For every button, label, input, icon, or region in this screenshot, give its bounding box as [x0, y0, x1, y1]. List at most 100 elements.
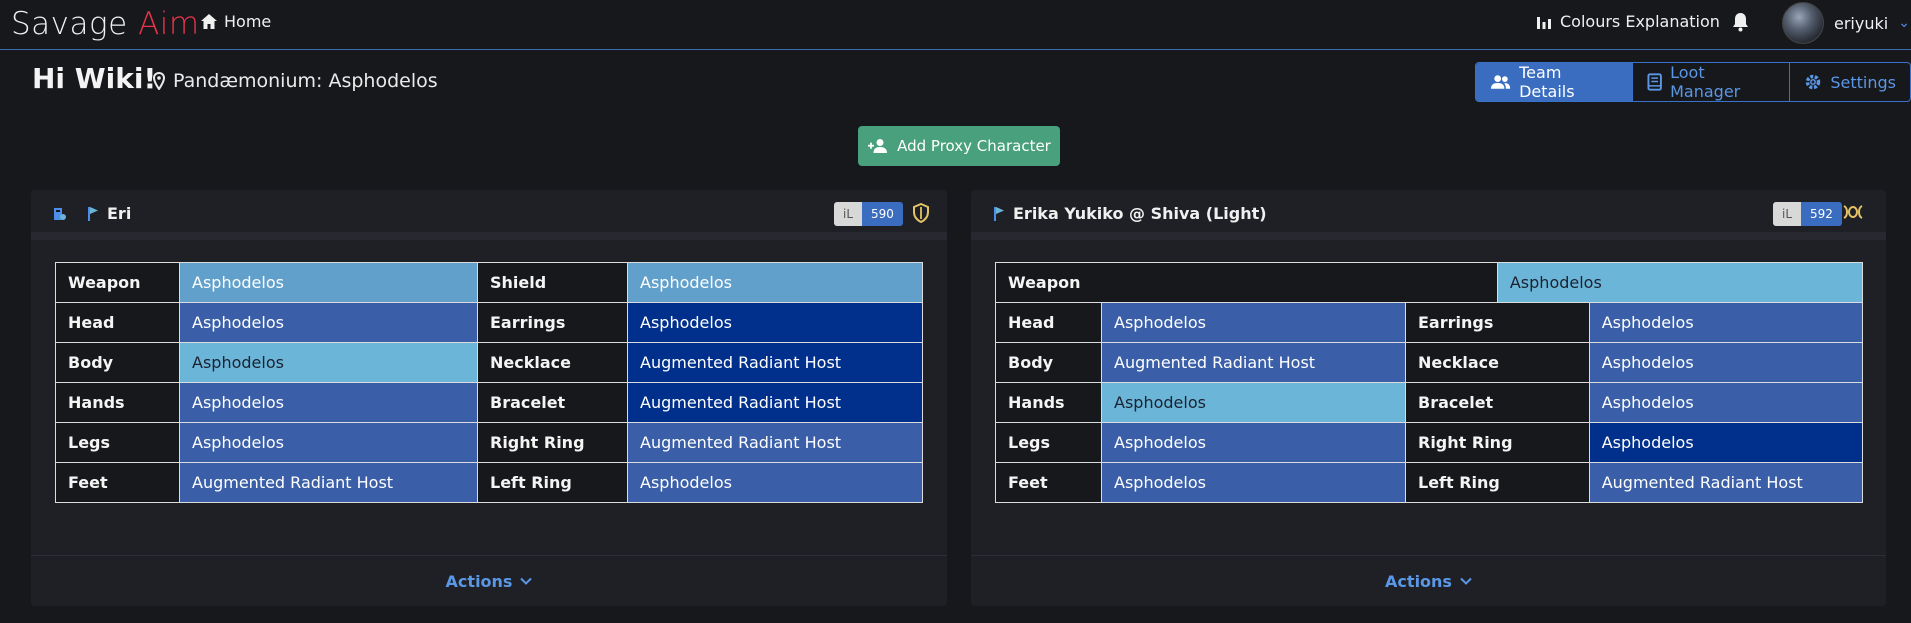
slot-label: Necklace	[477, 342, 628, 383]
gear-value[interactable]: Asphodelos	[179, 422, 478, 463]
slot-label: Head	[995, 302, 1102, 343]
slot-label: Shield	[477, 262, 628, 303]
table-row: Head Asphodelos Earrings Asphodelos	[995, 302, 1864, 343]
tab-settings-label: Settings	[1830, 72, 1896, 92]
slot-label: Earrings	[1405, 302, 1590, 343]
slot-label: Left Ring	[1405, 462, 1590, 503]
tab-settings[interactable]: Settings	[1790, 63, 1910, 101]
username: eriyuki	[1834, 13, 1889, 33]
tab-team-details-label: Team Details	[1519, 63, 1575, 101]
gear-value[interactable]: Augmented Radiant Host	[627, 342, 923, 383]
bar-chart-icon	[1537, 16, 1551, 29]
gear-value[interactable]: Asphodelos	[1588, 302, 1864, 343]
slot-label: Necklace	[1405, 342, 1590, 383]
flag-icon	[994, 206, 1004, 221]
gear-value[interactable]: Asphodelos	[179, 302, 478, 343]
gear-value[interactable]: Asphodelos	[627, 262, 923, 303]
gear-value[interactable]: Asphodelos	[627, 462, 923, 503]
chevron-down-icon: ⌄	[1898, 15, 1910, 31]
brand-logo[interactable]: Savage Aim	[11, 6, 200, 42]
gear-icon	[1806, 74, 1821, 90]
gear-value[interactable]: Augmented Radiant Host	[179, 462, 478, 503]
team-location: Pandæmonium: Asphodelos	[153, 70, 438, 92]
table-row: Head Asphodelos Earrings Asphodelos	[55, 302, 923, 343]
tab-loot-manager[interactable]: Loot Manager	[1633, 63, 1791, 101]
brand-accent: Aim	[138, 6, 200, 42]
team-tabs: Team Details Loot Manager Settings	[1475, 62, 1911, 102]
item-level-value: 592	[1801, 202, 1842, 226]
notifications-button[interactable]	[1732, 12, 1749, 36]
slot-label: Feet	[55, 462, 180, 503]
actions-label: Actions	[1385, 571, 1452, 591]
nav-home-label: Home	[224, 12, 272, 31]
gear-value[interactable]: Asphodelos	[1496, 262, 1864, 303]
gear-value[interactable]: Asphodelos	[179, 342, 478, 383]
user-plus-icon	[868, 139, 888, 153]
gear-value[interactable]: Asphodelos	[1101, 382, 1406, 423]
table-row: Feet Augmented Radiant Host Left Ring As…	[55, 462, 923, 503]
gear-value[interactable]: Asphodelos	[1101, 462, 1406, 503]
add-proxy-character-button[interactable]: Add Proxy Character	[858, 126, 1060, 166]
map-pin-icon	[153, 72, 165, 90]
gear-value[interactable]: Asphodelos	[1101, 302, 1406, 343]
gear-value[interactable]: Augmented Radiant Host	[1588, 462, 1864, 503]
table-row: Legs Asphodelos Right Ring Asphodelos	[995, 422, 1864, 463]
card-header: Eri iL 590	[31, 190, 947, 240]
navbar: Savage Aim Home Colours Explanation eriy…	[0, 0, 1911, 50]
gear-value[interactable]: Asphodelos	[1101, 422, 1406, 463]
flag-icon	[88, 206, 98, 221]
nav-colours-link[interactable]: Colours Explanation	[1536, 12, 1720, 31]
gear-value[interactable]: Augmented Radiant Host	[627, 382, 923, 423]
bell-icon	[1733, 13, 1748, 32]
paladin-shield-icon	[913, 203, 929, 223]
gear-value[interactable]: Asphodelos	[1588, 342, 1864, 383]
slot-label: Legs	[995, 422, 1102, 463]
book-icon	[1647, 73, 1662, 91]
actions-label: Actions	[445, 571, 513, 591]
table-row: Weapon Asphodelos Shield Asphodelos	[55, 262, 923, 303]
gear-value[interactable]: Asphodelos	[627, 302, 923, 343]
table-row: Hands Asphodelos Bracelet Augmented Radi…	[55, 382, 923, 423]
slot-label: Bracelet	[1405, 382, 1590, 423]
slot-label: Head	[55, 302, 180, 343]
slot-label: Hands	[995, 382, 1102, 423]
card-title: Eri	[53, 204, 131, 223]
gear-value[interactable]: Asphodelos	[1588, 422, 1864, 463]
slot-label: Legs	[55, 422, 180, 463]
table-row: Body Augmented Radiant Host Necklace Asp…	[995, 342, 1864, 383]
slot-label: Bracelet	[477, 382, 628, 423]
table-row: Feet Asphodelos Left Ring Augmented Radi…	[995, 462, 1864, 503]
tab-loot-manager-label: Loot Manager	[1670, 63, 1741, 101]
slot-label: Right Ring	[1405, 422, 1590, 463]
gear-value[interactable]: Asphodelos	[1588, 382, 1864, 423]
slot-label: Earrings	[477, 302, 628, 343]
character-card-eri: Eri iL 590 Weapon Asphodelos Shield Asph…	[31, 190, 947, 606]
home-icon	[201, 14, 217, 29]
actions-button[interactable]: Actions	[31, 555, 947, 606]
table-row: Hands Asphodelos Bracelet Asphodelos	[995, 382, 1864, 423]
gear-value[interactable]: Asphodelos	[179, 262, 478, 303]
gear-value[interactable]: Augmented Radiant Host	[1101, 342, 1406, 383]
item-level-label: iL	[1773, 202, 1802, 226]
item-level-badge: iL 592	[1773, 202, 1842, 226]
gear-value[interactable]: Asphodelos	[179, 382, 478, 423]
chevron-down-icon	[1460, 577, 1472, 585]
character-name: Eri	[107, 204, 132, 223]
slot-label: Body	[995, 342, 1102, 383]
avatar	[1782, 2, 1824, 44]
item-level-badge: iL 590	[834, 202, 903, 226]
chevron-down-icon	[520, 577, 533, 585]
slot-label: Hands	[55, 382, 180, 423]
gear-value[interactable]: Augmented Radiant Host	[627, 422, 923, 463]
tab-team-details[interactable]: Team Details	[1476, 63, 1633, 101]
card-header: Erika Yukiko @ Shiva (Light) iL 592	[971, 190, 1886, 240]
table-row: Weapon Asphodelos	[995, 262, 1864, 303]
slot-label: Right Ring	[477, 422, 628, 463]
gear-table: Weapon Asphodelos Head Asphodelos Earrin…	[995, 262, 1864, 503]
dancer-icon	[1843, 205, 1863, 219]
character-card-erika: Erika Yukiko @ Shiva (Light) iL 592 Weap…	[971, 190, 1886, 606]
user-menu[interactable]: eriyuki ⌄	[1782, 2, 1910, 44]
actions-button[interactable]: Actions	[971, 555, 1886, 606]
character-name: Erika Yukiko @ Shiva (Light)	[1013, 204, 1267, 223]
nav-home-link[interactable]: Home	[200, 12, 271, 31]
